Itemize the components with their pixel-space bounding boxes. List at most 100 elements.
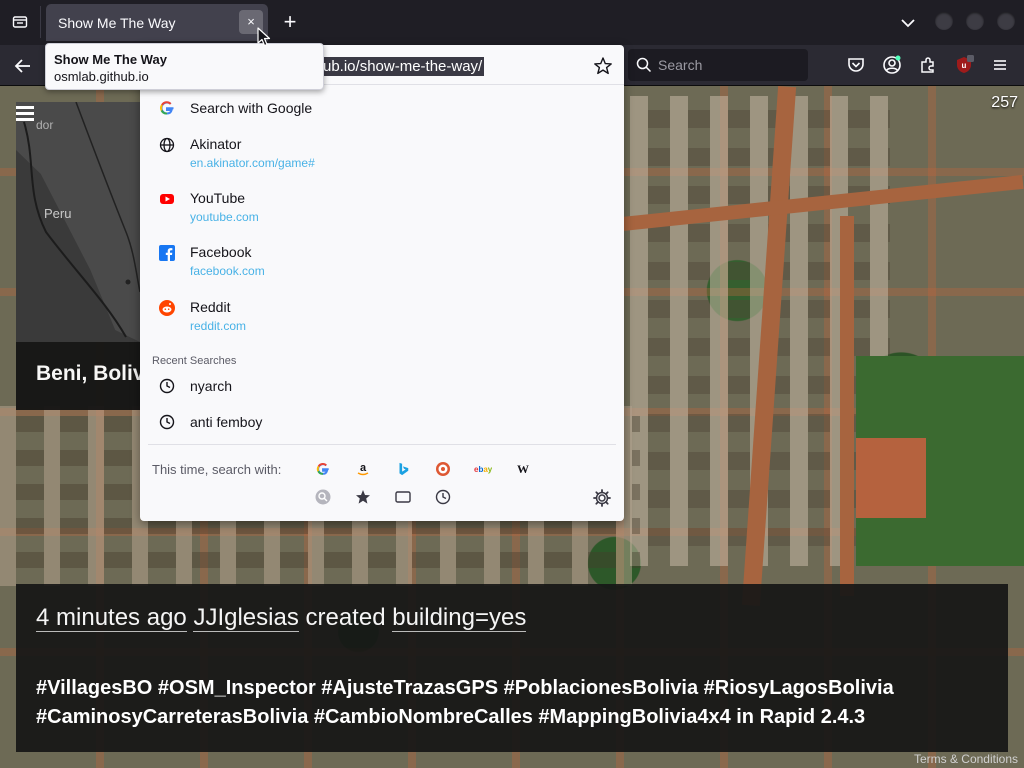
edit-action: created [305, 604, 386, 631]
google-icon [316, 463, 329, 475]
urlbar-dropdown: ub.io/show-me-the-way/ Search with Googl… [140, 45, 624, 521]
minimize-button[interactable] [935, 12, 953, 30]
suggestion-title: Facebook [190, 244, 252, 260]
amazon-engine-button[interactable]: a [351, 457, 375, 481]
back-button[interactable] [10, 53, 36, 79]
suggestion-akinator[interactable]: Akinator en.akinator.com/game# [148, 131, 616, 175]
maximize-button[interactable] [966, 12, 984, 30]
svg-text:W: W [517, 462, 529, 476]
ublock-origin-button[interactable]: u [952, 53, 976, 77]
tab-tooltip: Show Me The Way osmlab.github.io [45, 43, 324, 90]
svg-text:ebay: ebay [474, 465, 492, 474]
edit-summary: 4 minutes ago JJIglesias created buildin… [36, 604, 527, 632]
puzzle-icon [921, 57, 934, 73]
menu-bar [16, 118, 34, 121]
search-bar[interactable] [628, 49, 808, 81]
map-road [840, 216, 854, 596]
app-menu-button[interactable] [988, 53, 1012, 77]
dropdown-divider [148, 444, 616, 445]
recent-searches-heading: Recent Searches [152, 355, 237, 367]
duckduckgo-engine-button[interactable] [431, 457, 455, 481]
account-button[interactable] [880, 53, 904, 77]
extensions-button[interactable] [916, 53, 940, 77]
recent-search-text: anti femboy [190, 414, 263, 430]
ebay-engine-button[interactable]: ebay [471, 457, 495, 481]
edit-info-panel: 4 minutes ago JJIglesias created buildin… [16, 584, 1008, 752]
history-icon [435, 489, 451, 505]
wikipedia-engine-button[interactable]: W [511, 457, 535, 481]
gear-icon [593, 489, 611, 507]
map-sports-court [856, 438, 926, 518]
new-tab-button[interactable]: + [278, 9, 302, 35]
hamburger-menu-icon [994, 60, 1006, 70]
suggestion-title: Akinator [190, 136, 242, 152]
search-input[interactable] [658, 55, 798, 75]
recent-search-item[interactable]: nyarch [148, 371, 616, 401]
search-mode-button[interactable] [311, 485, 335, 509]
bing-icon [399, 462, 409, 476]
edit-hashtags: #VillagesBO #OSM_Inspector #AjusteTrazas… [36, 677, 894, 728]
globe-icon [158, 136, 176, 154]
locator-minimap: dor Peru [16, 102, 140, 342]
recent-search-item[interactable]: anti femboy [148, 407, 616, 437]
bing-engine-button[interactable] [391, 457, 415, 481]
tab-title: Show Me The Way [58, 15, 176, 31]
ublock-origin-icon: u [957, 55, 974, 73]
minimap-label-partial: dor [36, 118, 54, 132]
chevron-down-icon [901, 19, 915, 28]
minimap-label-peru: Peru [44, 206, 72, 221]
suggestion-facebook[interactable]: Facebook facebook.com [148, 239, 616, 283]
place-name: Beni, Bolivia [36, 362, 140, 385]
history-clock-icon [158, 377, 176, 395]
svg-text:a: a [360, 462, 367, 474]
bookmark-star-button[interactable] [592, 55, 614, 77]
bookmarks-icon [356, 490, 370, 504]
tabs-mode-button[interactable] [391, 485, 415, 509]
ebay-icon: ebay [474, 465, 492, 474]
firefox-view-button[interactable] [6, 8, 34, 36]
reddit-icon [158, 299, 176, 317]
close-window-button[interactable] [997, 12, 1015, 30]
svg-text:u: u [962, 61, 967, 70]
pocket-icon [848, 58, 864, 72]
back-arrow-icon [14, 59, 30, 73]
history-clock-icon [158, 413, 176, 431]
terms-link[interactable]: Terms & Conditions [914, 752, 1018, 766]
suggestion-reddit[interactable]: Reddit reddit.com [148, 294, 616, 338]
suggestion-youtube[interactable]: YouTube youtube.com [148, 185, 616, 229]
suggestion-url: en.akinator.com/game# [190, 156, 315, 170]
account-icon [883, 55, 901, 74]
amazon-icon: a [357, 462, 369, 476]
google-engine-button[interactable] [311, 457, 335, 481]
suggestion-url: youtube.com [190, 210, 259, 224]
tab-show-me-the-way[interactable]: Show Me The Way × [46, 4, 268, 41]
suggestion-title: Reddit [190, 299, 231, 315]
youtube-icon [158, 190, 176, 208]
history-mode-button[interactable] [431, 485, 455, 509]
tooltip-domain: osmlab.github.io [54, 69, 149, 84]
suggestion-title: YouTube [190, 190, 246, 206]
menu-bar [16, 112, 34, 115]
recent-search-text: nyarch [190, 378, 233, 394]
bookmarks-mode-button[interactable] [351, 485, 375, 509]
url-text-selected[interactable]: ub.io/show-me-the-way/ [321, 57, 485, 76]
edit-user-link[interactable]: JJIglesias [193, 604, 299, 632]
search-mode-icon [315, 489, 331, 505]
tabs-icon [395, 491, 411, 503]
mouse-cursor-icon [257, 27, 271, 47]
search-settings-button[interactable] [592, 488, 614, 510]
tab-separator [40, 6, 41, 38]
firefox-view-icon [12, 16, 28, 28]
list-all-tabs-button[interactable] [897, 12, 919, 34]
site-menu-button[interactable] [16, 106, 34, 122]
suggestion-search-google[interactable]: Search with Google [148, 93, 616, 123]
edit-tag-link[interactable]: building=yes [392, 604, 527, 632]
place-panel: Beni, Bolivia [16, 342, 140, 410]
tab-strip: Show Me The Way × + [0, 0, 1024, 45]
search-icon [636, 57, 652, 73]
search-with-label: This time, search with: [152, 462, 282, 477]
suggestion-url: facebook.com [190, 264, 265, 278]
edit-time-link[interactable]: 4 minutes ago [36, 604, 187, 632]
pocket-button[interactable] [844, 53, 868, 77]
menu-bar [16, 106, 34, 109]
